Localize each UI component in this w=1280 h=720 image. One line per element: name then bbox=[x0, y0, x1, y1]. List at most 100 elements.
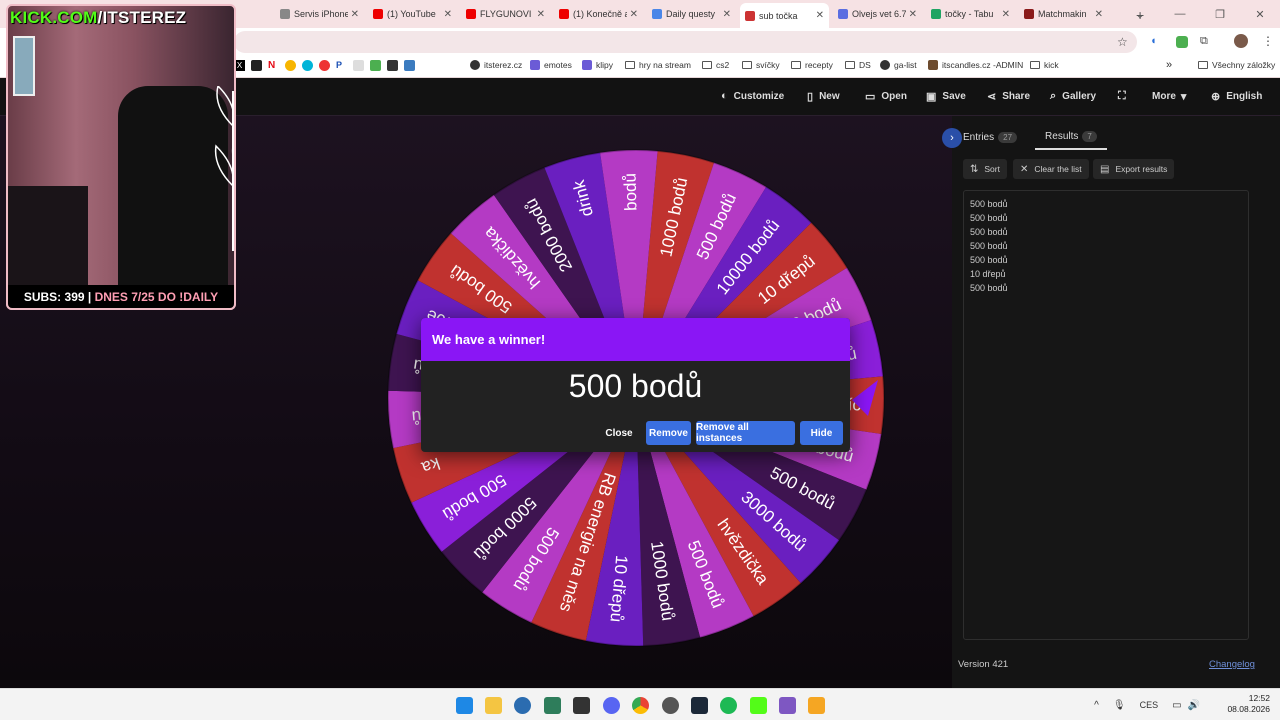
voice-icon[interactable]: ◖ bbox=[1150, 35, 1157, 47]
bookmark-item[interactable]: hry na stream bbox=[625, 60, 691, 70]
toolbar-customize-button[interactable]: ◐ Customize bbox=[721, 90, 784, 102]
discord-icon[interactable] bbox=[603, 697, 620, 714]
obs-icon[interactable] bbox=[662, 697, 679, 714]
remove-all-button[interactable]: Remove all instances bbox=[696, 421, 795, 445]
bookmark-app-icon[interactable] bbox=[387, 60, 398, 71]
spotify-icon[interactable] bbox=[720, 697, 737, 714]
tab-0[interactable]: Servis iPhone ✕ bbox=[275, 4, 364, 24]
language-indicator[interactable]: CES bbox=[1140, 700, 1159, 710]
file-explorer-icon[interactable] bbox=[485, 697, 502, 714]
tab-4[interactable]: Daily questy ✕ bbox=[647, 4, 736, 24]
volume-icon[interactable]: 🔊 bbox=[1188, 700, 1200, 711]
results-list[interactable]: 500 bodů 500 bodů 500 bodů 500 bodů 500 … bbox=[963, 190, 1249, 640]
close-button[interactable]: Close bbox=[599, 421, 639, 445]
webcam-chair bbox=[8, 186, 88, 286]
collapse-panel-icon[interactable]: › bbox=[942, 128, 962, 148]
bookmark-item[interactable]: klipy bbox=[582, 60, 613, 70]
toolbar-fullscreen-button[interactable]: ⛶ bbox=[1118, 90, 1132, 103]
close-tab-icon[interactable]: ✕ bbox=[537, 9, 545, 20]
palette-icon: ◐ bbox=[721, 90, 728, 102]
bookmark-item[interactable]: emotes bbox=[530, 60, 572, 70]
close-tab-icon[interactable]: ✕ bbox=[1095, 9, 1103, 20]
tab-1[interactable]: (1) YouTube ✕ bbox=[368, 4, 457, 24]
extensions-puzzle-icon[interactable]: ⧉ bbox=[1200, 35, 1208, 48]
bookmark-item[interactable]: itscandles.cz -ADMIN bbox=[928, 60, 1023, 70]
remove-button[interactable]: Remove bbox=[646, 421, 691, 445]
clear-list-button[interactable]: ✕ Clear the list bbox=[1013, 159, 1089, 179]
tray-overflow-icon[interactable]: ^ bbox=[1094, 700, 1099, 711]
new-tab-button[interactable]: + bbox=[1136, 7, 1144, 23]
bookmark-app-icon[interactable] bbox=[370, 60, 381, 71]
star-bookmark-icon[interactable]: ☆ bbox=[1117, 35, 1128, 49]
close-tab-icon[interactable]: ✕ bbox=[909, 9, 917, 20]
app-icon[interactable] bbox=[544, 697, 561, 714]
sort-button[interactable]: ⇅ Sort bbox=[963, 159, 1007, 179]
bookmark-app-icon[interactable] bbox=[251, 60, 262, 71]
bookmark-item[interactable]: svíčky bbox=[742, 60, 780, 70]
export-results-button[interactable]: ▤ Export results bbox=[1093, 159, 1175, 179]
minimize-button[interactable]: — bbox=[1160, 8, 1200, 20]
toolbar-more-button[interactable]: More ▾ bbox=[1152, 90, 1186, 103]
bookmark-app-icon[interactable] bbox=[353, 60, 364, 71]
steam-icon[interactable] bbox=[691, 697, 708, 714]
bookmark-app-icon[interactable] bbox=[319, 60, 330, 71]
toolbar-open-button[interactable]: ▭ Open bbox=[865, 90, 907, 103]
microphone-icon[interactable]: 🎙 bbox=[1113, 700, 1126, 711]
chrome-icon[interactable] bbox=[632, 697, 649, 714]
close-tab-icon[interactable]: ✕ bbox=[1002, 9, 1010, 20]
ccleaner-icon[interactable] bbox=[514, 697, 531, 714]
tab-3[interactable]: (1) Konečně a ✕ bbox=[554, 4, 643, 24]
app-icon[interactable] bbox=[779, 697, 796, 714]
bookmark-item[interactable]: kick bbox=[1030, 60, 1059, 70]
clock[interactable]: 12:52 08.08.2026 bbox=[1227, 693, 1270, 715]
maximize-button[interactable]: ❐ bbox=[1200, 8, 1240, 21]
tab-7[interactable]: točky - Tabu ✕ bbox=[926, 4, 1015, 24]
app-icon[interactable] bbox=[573, 697, 590, 714]
kick-icon[interactable] bbox=[750, 697, 767, 714]
close-tab-icon[interactable]: ✕ bbox=[816, 10, 824, 21]
tab-2[interactable]: FLYGUNOVI a ✕ bbox=[461, 4, 550, 24]
bookmark-label: klipy bbox=[596, 60, 614, 70]
site-icon bbox=[928, 60, 938, 70]
tab-results[interactable]: Results 7 bbox=[1035, 131, 1107, 150]
changelog-link[interactable]: Changelog bbox=[1209, 659, 1255, 670]
profile-avatar[interactable] bbox=[1234, 34, 1248, 48]
bookmark-app-icon[interactable] bbox=[302, 60, 313, 71]
bookmark-app-icon[interactable] bbox=[285, 60, 296, 71]
tab-entries[interactable]: Entries 27 bbox=[963, 132, 1018, 143]
bookmark-item[interactable]: recepty bbox=[791, 60, 833, 70]
bookmarks-overflow-button[interactable]: » bbox=[1166, 59, 1172, 71]
tab-favicon-icon bbox=[280, 9, 290, 19]
close-tab-icon[interactable]: ✕ bbox=[351, 9, 359, 20]
tab-8[interactable]: Matchmakin ✕ bbox=[1019, 4, 1108, 24]
tab-5[interactable]: sub točka ✕ bbox=[740, 3, 829, 28]
bookmark-item[interactable]: ga-list bbox=[880, 60, 917, 70]
address-bar[interactable] bbox=[234, 31, 1137, 53]
hide-button[interactable]: Hide bbox=[800, 421, 843, 445]
toolbar-save-button[interactable]: ▣ Save bbox=[926, 90, 966, 103]
close-tab-icon[interactable]: ✕ bbox=[630, 9, 638, 20]
toolbar-english-button[interactable]: ⊕ English bbox=[1211, 90, 1262, 103]
extension-icon[interactable] bbox=[1176, 36, 1188, 48]
tab-6[interactable]: Olvejs vet 6.7 ✕ bbox=[833, 4, 922, 24]
bookmark-item[interactable]: cs2 bbox=[702, 60, 729, 70]
toolbar-share-button[interactable]: ⋖ Share bbox=[987, 90, 1030, 103]
tab-favicon-icon bbox=[838, 9, 848, 19]
netflix-icon[interactable]: N bbox=[268, 60, 279, 71]
list-item: 500 bodů bbox=[970, 199, 1008, 209]
paypal-icon[interactable]: P bbox=[336, 60, 347, 71]
bookmark-app-icon[interactable] bbox=[404, 60, 415, 71]
app-icon[interactable] bbox=[808, 697, 825, 714]
toolbar-new-button[interactable]: ▯ New bbox=[807, 90, 840, 103]
browser-menu-icon[interactable]: ⋮ bbox=[1262, 34, 1274, 48]
toolbar-gallery-button[interactable]: ⌕ Gallery bbox=[1050, 90, 1096, 103]
all-bookmarks-button[interactable]: Všechny záložky bbox=[1198, 60, 1275, 70]
start-icon[interactable] bbox=[456, 697, 473, 714]
bookmark-item[interactable]: DS bbox=[845, 60, 871, 70]
close-tab-icon[interactable]: ✕ bbox=[444, 9, 452, 20]
network-icon[interactable]: ▭ bbox=[1172, 700, 1181, 711]
search-icon: ⌕ bbox=[1050, 90, 1057, 102]
close-tab-icon[interactable]: ✕ bbox=[723, 9, 731, 20]
bookmark-item[interactable]: itsterez.cz bbox=[470, 60, 522, 70]
close-window-button[interactable]: ✕ bbox=[1240, 8, 1280, 21]
